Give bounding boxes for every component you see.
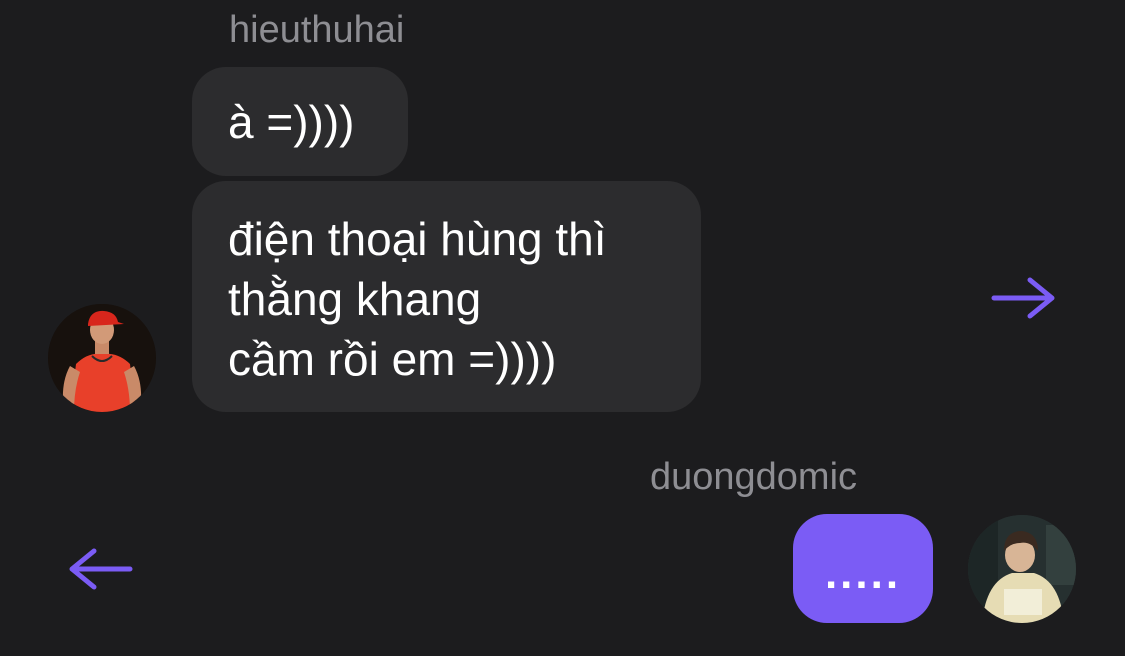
message-text: ..... bbox=[824, 549, 902, 598]
message-text-line: thằng khang bbox=[228, 273, 482, 325]
sender-name-duongdomic: duongdomic bbox=[650, 456, 858, 498]
avatar-duongdomic[interactable] bbox=[968, 515, 1076, 623]
message-text-line: cầm rồi em =)))) bbox=[228, 333, 557, 385]
message-text-line: điện thoại hùng thì bbox=[228, 213, 607, 265]
avatar-hieuthuhai[interactable] bbox=[48, 304, 156, 412]
message-bubble-incoming[interactable]: à =)))) bbox=[192, 67, 408, 176]
arrow-left-icon[interactable] bbox=[68, 547, 134, 591]
message-text: à =)))) bbox=[228, 96, 355, 148]
message-bubble-incoming[interactable]: điện thoại hùng thì thằng khang cầm rồi … bbox=[192, 181, 701, 412]
message-bubble-outgoing[interactable]: ..... bbox=[793, 514, 933, 623]
sender-name-hieuthuhai: hieuthuhai bbox=[229, 9, 405, 51]
arrow-right-icon[interactable] bbox=[990, 276, 1056, 320]
